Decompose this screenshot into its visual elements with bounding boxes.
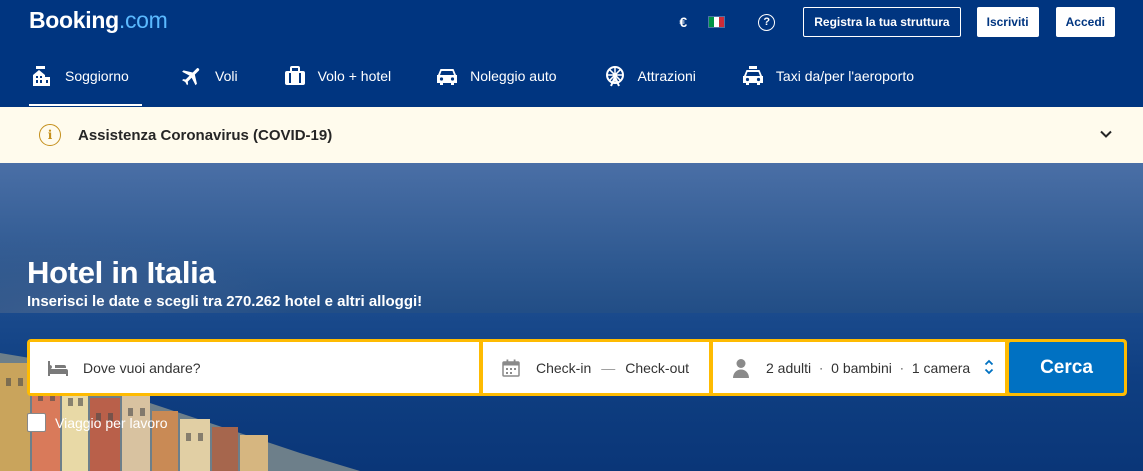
register-property-button[interactable]: Registra la tua struttura	[803, 7, 961, 37]
chevron-down-icon[interactable]	[1099, 127, 1113, 146]
business-travel-label: Viaggio per lavoro	[55, 414, 168, 431]
business-travel-option[interactable]: Viaggio per lavoro	[27, 413, 168, 432]
plane-icon	[179, 64, 205, 88]
nav-label: Attrazioni	[637, 68, 696, 84]
nav-label: Soggiorno	[65, 68, 129, 84]
nav-item-stays[interactable]: Soggiorno	[29, 54, 142, 106]
taxi-icon	[740, 64, 766, 88]
top-actions: € ? Registra la tua struttura Iscriviti …	[668, 7, 1115, 37]
main-nav: Soggiorno Voli Volo + hotel Noleggio aut…	[29, 54, 914, 106]
bed-icon	[29, 64, 55, 88]
car-icon	[434, 64, 460, 88]
language-flag-icon[interactable]	[708, 16, 726, 28]
help-icon[interactable]: ?	[758, 13, 776, 31]
separator: ·	[899, 360, 904, 375]
nav-item-flight-hotel[interactable]: Volo + hotel	[282, 54, 392, 106]
nav-label: Volo + hotel	[317, 68, 392, 84]
nav-label: Noleggio auto	[470, 68, 557, 84]
booking-logo[interactable]: Booking.com	[29, 7, 168, 34]
adults-count: 2 adulti	[766, 359, 812, 376]
top-header: Booking.com € ? Registra la tua struttur…	[0, 0, 1143, 107]
up-down-arrows-icon[interactable]	[984, 358, 994, 381]
destination-field[interactable]: Dove vuoi andare?	[30, 342, 479, 393]
separator: ·	[819, 360, 824, 375]
nav-item-attractions[interactable]: Attrazioni	[602, 54, 696, 106]
person-icon	[730, 357, 752, 379]
suitcase-icon	[282, 64, 308, 88]
nav-item-airport-taxi[interactable]: Taxi da/per l'aeroporto	[740, 54, 914, 106]
business-travel-checkbox[interactable]	[27, 413, 46, 432]
hero-title: Hotel in Italia	[27, 255, 216, 290]
nav-item-car-rental[interactable]: Noleggio auto	[434, 54, 557, 106]
hero-section: Hotel in Italia Inserisci le date e sceg…	[0, 163, 1143, 471]
checkout-label[interactable]: Check-out	[625, 360, 689, 376]
nav-label: Voli	[215, 68, 238, 84]
search-button[interactable]: Cerca	[1009, 342, 1124, 393]
covid-banner[interactable]: i Assistenza Coronavirus (COVID-19)	[0, 107, 1143, 163]
currency-selector[interactable]: €	[668, 14, 698, 30]
checkin-label[interactable]: Check-in	[536, 360, 591, 376]
info-icon: i	[39, 124, 61, 146]
children-count: 0 bambini	[831, 359, 892, 376]
signup-button[interactable]: Iscriviti	[976, 7, 1039, 37]
destination-input[interactable]: Dove vuoi andare?	[83, 360, 201, 376]
covid-banner-text: Assistenza Coronavirus (COVID-19)	[78, 126, 333, 144]
guests-field[interactable]: 2 adulti · 0 bambini · 1 camera	[713, 342, 1005, 393]
ferris-wheel-icon	[602, 64, 628, 88]
calendar-icon	[500, 357, 522, 379]
dates-field[interactable]: Check-in — Check-out	[483, 342, 709, 393]
rooms-count: 1 camera	[911, 359, 971, 376]
hero-subtitle: Inserisci le date e scegli tra 270.262 h…	[27, 293, 423, 310]
search-bar: Dove vuoi andare? Check-in — Check-out 2…	[27, 339, 1127, 396]
date-separator: —	[601, 359, 616, 376]
nav-label: Taxi da/per l'aeroporto	[775, 68, 914, 84]
login-button[interactable]: Accedi	[1055, 7, 1115, 37]
nav-item-flights[interactable]: Voli	[179, 54, 238, 106]
bed-icon	[47, 357, 69, 379]
